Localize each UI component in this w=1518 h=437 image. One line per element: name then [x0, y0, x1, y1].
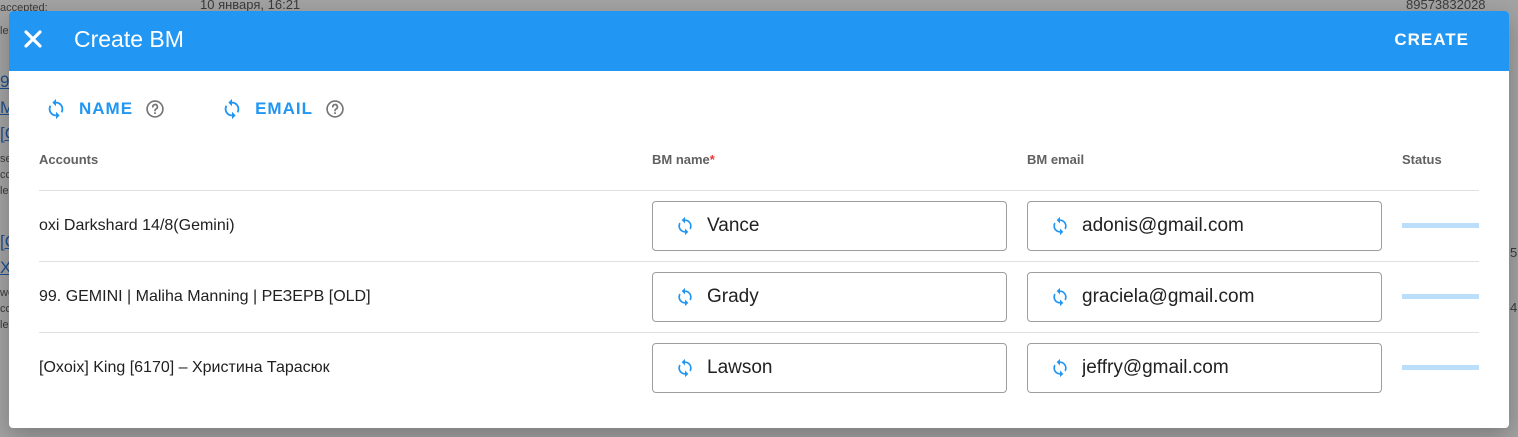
account-name: [Oxoix] King [6170] – Христина Тарасюк [39, 359, 330, 376]
bg-small-text: le [0, 25, 9, 37]
dialog-header: Create BM CREATE [9, 11, 1509, 71]
column-header-bm-name: BM name* [652, 152, 715, 167]
column-header-bm-email: BM email [1027, 152, 1085, 167]
sync-icon[interactable] [675, 287, 695, 307]
generate-names-button[interactable]: NAME [45, 98, 165, 120]
create-button[interactable]: CREATE [1394, 30, 1469, 50]
table-divider [39, 261, 1479, 262]
close-button[interactable] [21, 27, 45, 51]
bg-small-text: le [0, 319, 9, 331]
close-icon [24, 30, 42, 48]
bm-name-input[interactable] [707, 286, 987, 308]
sync-icon [48, 98, 64, 120]
account-name: 99. GEMINI | Maliha Manning | РЕЗЕРВ [OL… [39, 288, 371, 305]
sync-icon[interactable] [1050, 287, 1070, 307]
table-divider [39, 190, 1479, 191]
bm-name-label: BM name [652, 152, 710, 167]
bm-name-input[interactable] [707, 215, 987, 237]
bm-email-input[interactable] [1082, 286, 1362, 308]
generate-emails-button[interactable]: EMAIL [221, 98, 345, 120]
status-progress-bar [1402, 294, 1479, 299]
bm-email-input[interactable] [1082, 357, 1362, 379]
status-progress-bar [1402, 223, 1479, 228]
bm-email-input[interactable] [1082, 215, 1362, 237]
required-mark: * [709, 152, 715, 167]
bm-name-field[interactable] [652, 272, 1007, 322]
table-divider [39, 332, 1479, 333]
bm-name-input[interactable] [707, 357, 987, 379]
column-header-status: Status [1402, 152, 1442, 167]
bg-right-digit: 4 [1510, 300, 1518, 315]
column-header-accounts: Accounts [39, 152, 99, 167]
bg-right-digit: 5 [1510, 245, 1518, 260]
help-circle-icon[interactable] [145, 99, 165, 119]
bg-small-text: le [0, 185, 9, 197]
generator-toolbar: NAME EMAIL [45, 98, 401, 120]
sync-icon[interactable] [1050, 216, 1070, 236]
bm-email-field[interactable] [1027, 201, 1382, 251]
sync-icon[interactable] [675, 358, 695, 378]
sync-icon[interactable] [1050, 358, 1070, 378]
generate-names-label: NAME [79, 99, 134, 118]
help-circle-icon[interactable] [325, 99, 345, 119]
sync-icon[interactable] [675, 216, 695, 236]
dialog-title: Create BM [74, 26, 184, 52]
bm-email-field[interactable] [1027, 343, 1382, 393]
account-name: oxi Darkshard 14/8(Gemini) [39, 217, 235, 234]
create-bm-dialog: Create BM CREATE NAME EMAIL Accounts BM … [9, 11, 1509, 428]
bm-email-field[interactable] [1027, 272, 1382, 322]
bm-name-field[interactable] [652, 201, 1007, 251]
sync-icon [224, 98, 240, 120]
bm-name-field[interactable] [652, 343, 1007, 393]
status-progress-bar [1402, 365, 1479, 370]
generate-emails-label: EMAIL [255, 99, 313, 118]
